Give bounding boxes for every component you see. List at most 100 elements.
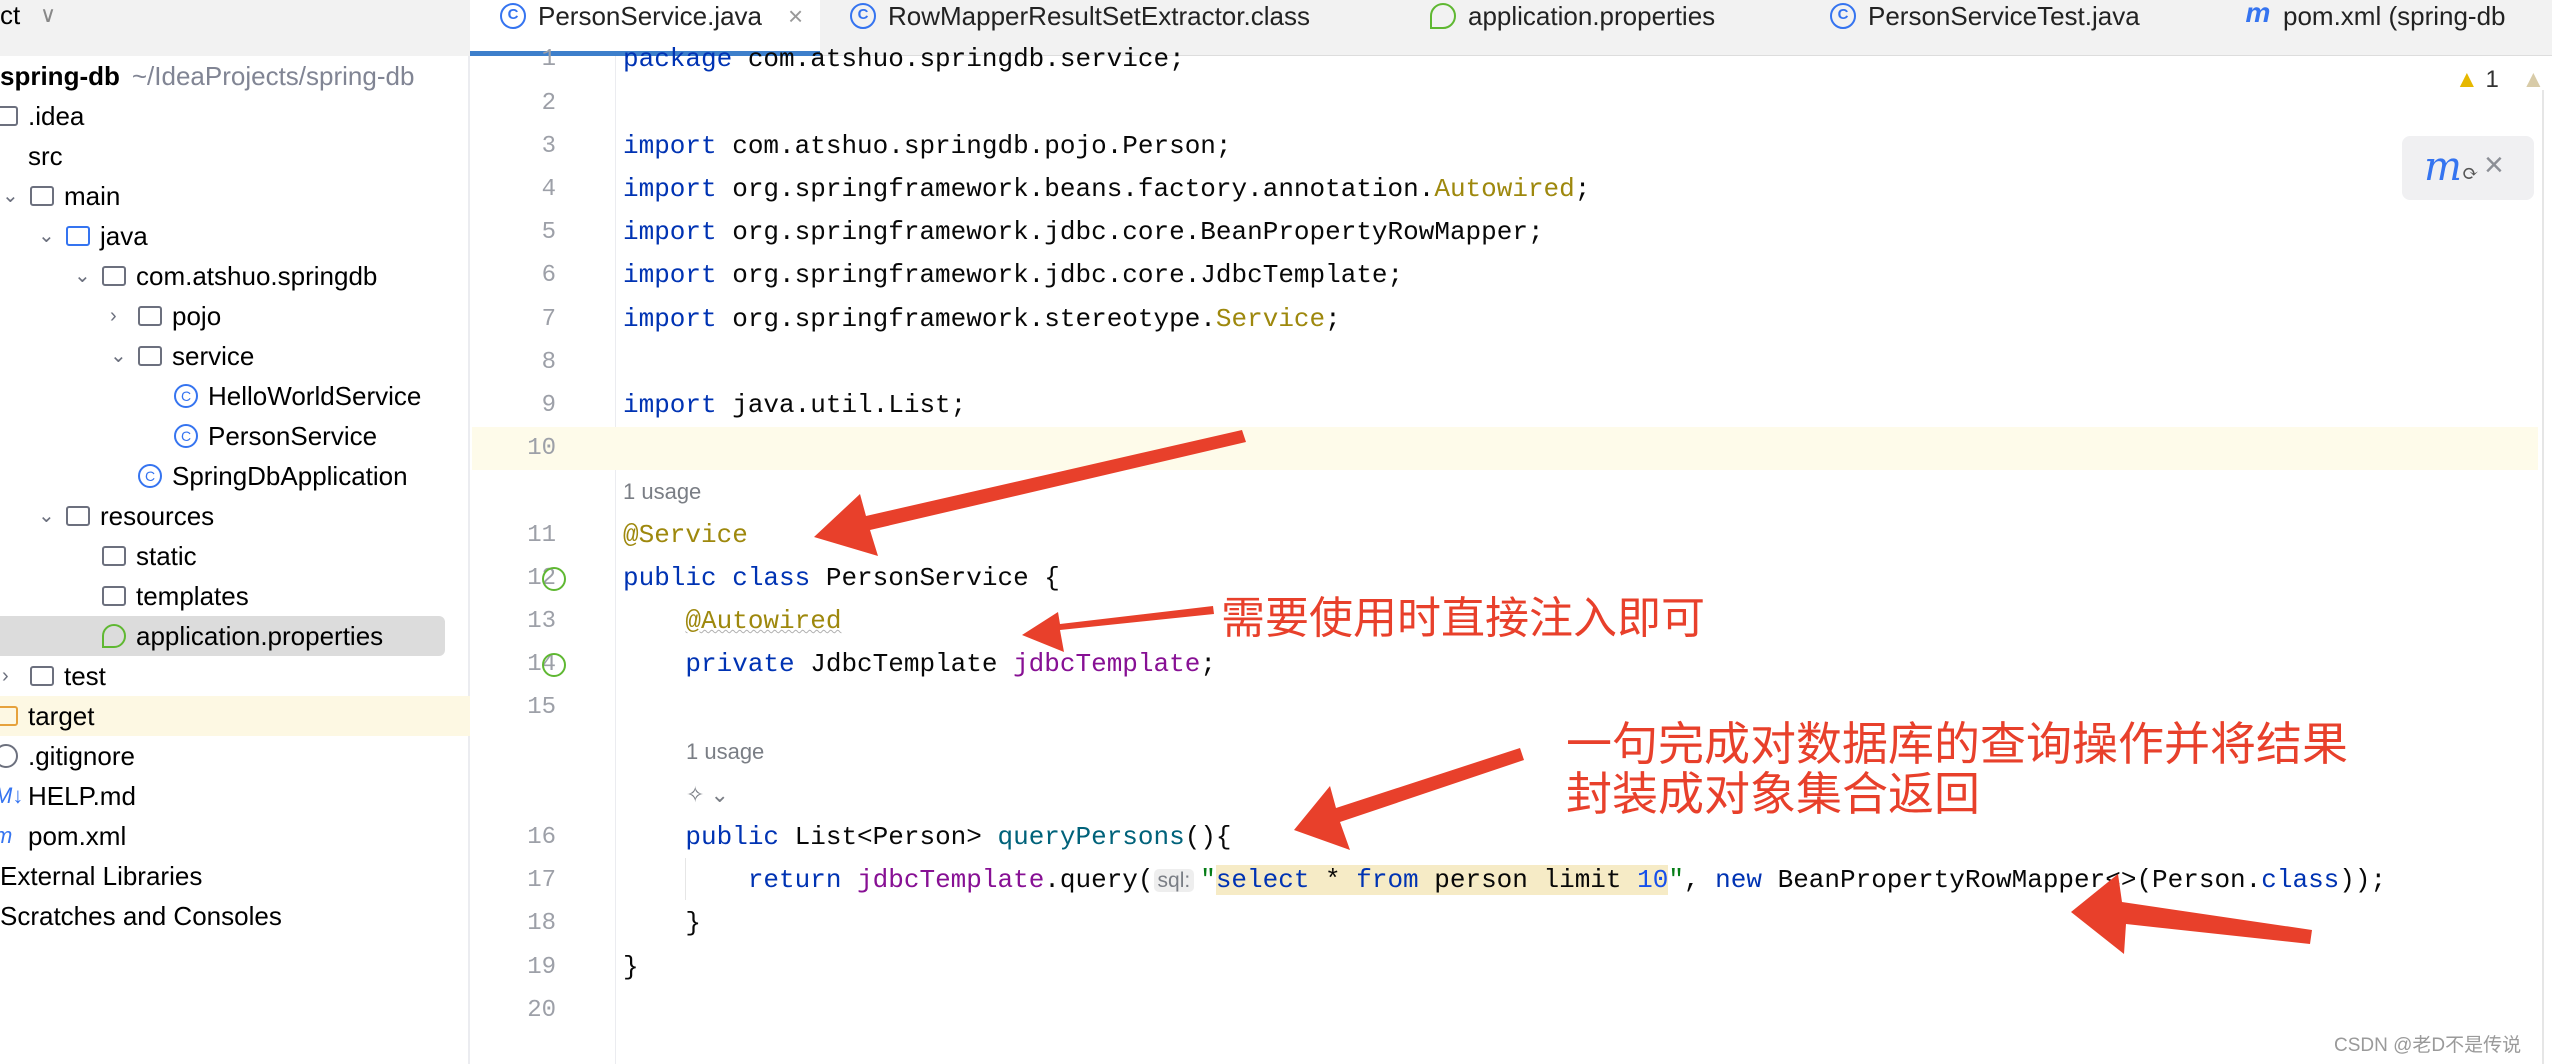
- ai-assistant-icon[interactable]: ✧ ⌄: [686, 773, 729, 816]
- parameter-hint: sql:: [1153, 869, 1195, 893]
- code-token: org.springframework.stereotype.: [716, 303, 1216, 334]
- close-tab-icon[interactable]: ×: [788, 0, 803, 32]
- tree-item[interactable]: External Libraries: [0, 856, 470, 896]
- code-token: ,: [1683, 865, 1716, 896]
- chevron-down-icon[interactable]: ⌄: [110, 336, 127, 376]
- tree-item[interactable]: src: [0, 136, 470, 176]
- tree-item[interactable]: M↓HELP.md: [0, 776, 470, 816]
- indent-guide: [685, 858, 686, 900]
- usage-count-link[interactable]: 1 usage: [686, 730, 764, 773]
- chevron-down-icon[interactable]: ⌄: [2, 176, 19, 216]
- tree-item[interactable]: ⌄ com.atshuo.springdb: [0, 256, 470, 296]
- code-text[interactable]: public List<Person> queryPersons(){: [623, 816, 1231, 859]
- ai-hint-row: ✧ ⌄: [472, 773, 2538, 816]
- chevron-down-icon[interactable]: ∨: [40, 0, 56, 30]
- code-text[interactable]: private JdbcTemplate jdbcTemplate;: [623, 643, 1216, 686]
- chevron-down-icon[interactable]: ⌄: [38, 216, 55, 256]
- tree-item[interactable]: ⌄ service: [0, 336, 470, 376]
- project-view-header[interactable]: ct ∨: [0, 0, 470, 56]
- tree-item[interactable]: ⌄ resources: [0, 496, 470, 536]
- code-line: 10: [472, 427, 2538, 471]
- line-number: 6: [541, 262, 556, 290]
- tree-item[interactable]: .idea: [0, 96, 470, 136]
- usage-hint-row: 1 usage: [472, 470, 2538, 513]
- editor-scrollbar[interactable]: [2542, 90, 2544, 1064]
- tab-label: PersonServiceTest.java: [1868, 1, 2140, 31]
- tree-item[interactable]: target: [0, 696, 470, 736]
- chevron-down-icon[interactable]: ⌄: [74, 256, 91, 296]
- code-text[interactable]: import org.springframework.beans.factory…: [623, 168, 1590, 211]
- code-line: 2: [472, 82, 2538, 125]
- tree-item[interactable]: ⌄ main: [0, 176, 470, 216]
- line-number: 10: [527, 435, 556, 463]
- code-line: 18 }: [472, 902, 2538, 945]
- code-text[interactable]: import org.springframework.jdbc.core.Jdb…: [623, 254, 1403, 297]
- line-number: 4: [541, 176, 556, 203]
- tree-item-label: PersonService: [208, 421, 378, 451]
- chevron-right-icon[interactable]: ›: [2, 656, 9, 696]
- tree-item-label: application.properties: [136, 621, 384, 651]
- class-icon: C: [850, 3, 876, 29]
- tree-item[interactable]: m pom.xml: [0, 816, 470, 856]
- class-icon: C: [1830, 3, 1856, 29]
- code-token: JdbcTemplate: [794, 649, 1014, 680]
- tree-item[interactable]: C SpringDbApplication: [0, 456, 470, 496]
- warning-icon: ▲: [2455, 66, 2479, 93]
- tree-item[interactable]: Scratches and Consoles: [0, 896, 470, 936]
- annotation-note-inject: 需要使用时直接注入即可: [1221, 593, 1705, 644]
- code-token: Autowired: [1434, 174, 1575, 204]
- tree-item[interactable]: ⌄ java: [0, 216, 470, 256]
- code-text[interactable]: }: [623, 902, 701, 945]
- tree-item[interactable]: C PersonService: [0, 416, 470, 456]
- markdown-icon: M↓: [0, 783, 24, 808]
- tree-item[interactable]: templates: [0, 576, 470, 616]
- code-text[interactable]: public class PersonService {: [623, 557, 1060, 600]
- warning-count: 1: [2485, 66, 2499, 93]
- line-number: 9: [541, 392, 556, 419]
- code-line: 14 private JdbcTemplate jdbcTemplate;: [472, 643, 2538, 686]
- code-text[interactable]: @Service: [623, 514, 748, 557]
- code-token: ;: [1200, 649, 1216, 680]
- weak-warning-icon: ▲: [2521, 66, 2546, 93]
- code-text[interactable]: package com.atshuo.springdb.service;: [623, 38, 1185, 81]
- chevron-down-icon[interactable]: ⌄: [38, 496, 55, 536]
- tree-item[interactable]: static: [0, 536, 470, 576]
- tree-root-spring-db[interactable]: spring-db ~/IdeaProjects/spring-db: [0, 56, 470, 96]
- code-token: java.util.List;: [716, 390, 967, 420]
- code-text[interactable]: }: [623, 946, 639, 989]
- close-icon[interactable]: ×: [2484, 146, 2504, 185]
- tree-item-label: pom.xml: [28, 821, 127, 851]
- code-line: 9 import java.util.List;: [472, 384, 2538, 427]
- code-token: 10: [1637, 865, 1669, 896]
- tree-item[interactable]: .gitignore: [0, 736, 470, 776]
- code-text[interactable]: import com.atshuo.springdb.pojo.Person;: [623, 125, 1232, 168]
- code-token: import: [623, 303, 717, 334]
- usage-count-link[interactable]: 1 usage: [623, 470, 701, 513]
- spring-bean-icon[interactable]: [542, 653, 566, 678]
- code-token: BeanPropertyRowMapper<>(Person.: [1761, 865, 2262, 896]
- project-view-title: ct: [0, 0, 21, 30]
- maven-reload-icon[interactable]: m⟳: [2424, 144, 2479, 190]
- line-number: 20: [527, 996, 556, 1024]
- code-token: ;: [1574, 174, 1591, 204]
- code-text[interactable]: @Autowired: [623, 600, 841, 643]
- tree-item[interactable]: C HelloWorldService: [0, 376, 470, 416]
- code-token: queryPersons: [997, 822, 1185, 852]
- code-text[interactable]: import java.util.List;: [623, 384, 966, 427]
- code-token: return: [747, 865, 842, 896]
- spring-bean-icon[interactable]: [542, 566, 566, 591]
- tree-item[interactable]: › pojo: [0, 296, 470, 336]
- tree-item[interactable]: application.properties: [0, 616, 445, 656]
- code-text[interactable]: return jdbcTemplate.query(sql: "select * …: [623, 859, 2386, 902]
- code-text[interactable]: import org.springframework.stereotype.Se…: [623, 298, 1341, 341]
- code-text[interactable]: import org.springframework.jdbc.core.Bea…: [623, 211, 1544, 254]
- inspection-widget[interactable]: ▲ 1 ▲ 1: [2455, 66, 2552, 94]
- line-number: 5: [541, 219, 556, 247]
- tree-item[interactable]: › test: [0, 656, 470, 696]
- chevron-right-icon[interactable]: ›: [110, 296, 117, 336]
- code-token: com.atshuo.springdb.pojo.Person;: [716, 130, 1232, 161]
- tree-item-label: main: [64, 181, 121, 211]
- code-token: ": [1668, 865, 1684, 896]
- tree-item-label: src: [28, 141, 63, 171]
